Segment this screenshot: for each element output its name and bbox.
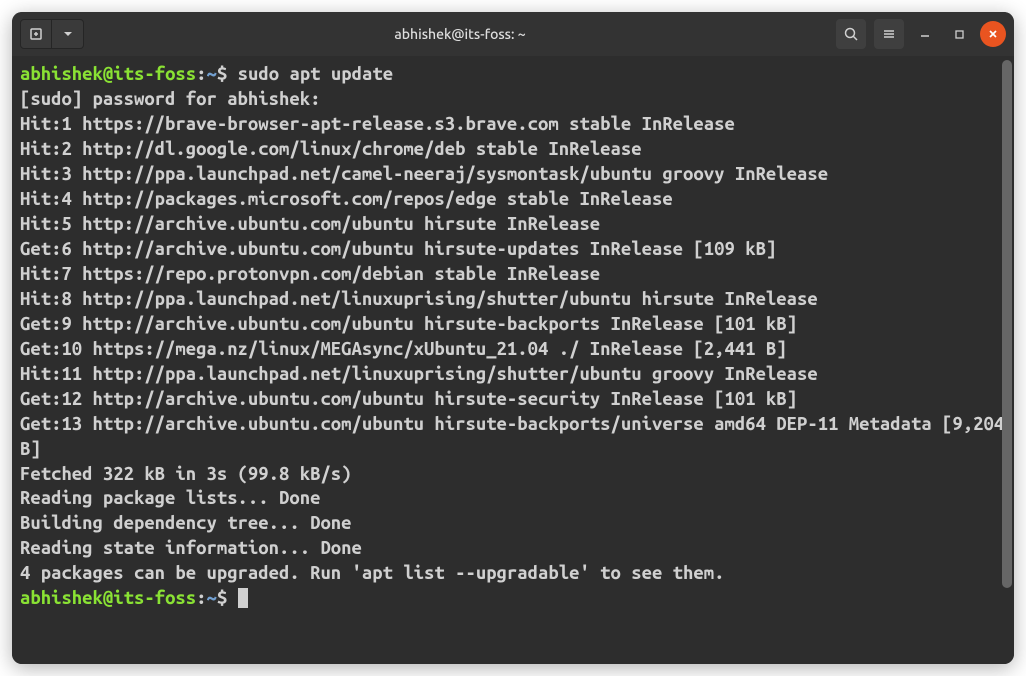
prompt-path: ~ bbox=[207, 588, 217, 608]
output-line: [sudo] password for abhishek: bbox=[20, 87, 1006, 112]
prompt-separator: : bbox=[196, 588, 206, 608]
prompt-at: @ bbox=[103, 588, 113, 608]
output-line: Hit:2 http://dl.google.com/linux/chrome/… bbox=[20, 137, 1006, 162]
scrollbar-thumb[interactable] bbox=[1002, 60, 1012, 588]
output-line: Hit:7 https://repo.protonvpn.com/debian … bbox=[20, 262, 1006, 287]
prompt-path: ~ bbox=[207, 64, 217, 84]
close-button[interactable] bbox=[980, 21, 1006, 47]
prompt-user: abhishek bbox=[20, 64, 103, 84]
prompt-user: abhishek bbox=[20, 588, 103, 608]
prompt-at: @ bbox=[103, 64, 113, 84]
right-controls bbox=[836, 19, 1006, 49]
cursor bbox=[238, 588, 248, 608]
output-line: Get:13 http://archive.ubuntu.com/ubuntu … bbox=[20, 412, 1006, 462]
output-line: Building dependency tree... Done bbox=[20, 511, 1006, 536]
output-line: 4 packages can be upgraded. Run 'apt lis… bbox=[20, 561, 1006, 586]
scrollbar-track[interactable] bbox=[1002, 60, 1012, 660]
terminal-window: abhishek@its-foss: ~ bbox=[12, 12, 1014, 664]
prompt-host: its-foss bbox=[113, 64, 196, 84]
window-title: abhishek@its-foss: ~ bbox=[92, 26, 828, 42]
terminal-content: abhishek@its-foss:~$ sudo apt update [su… bbox=[20, 62, 1006, 611]
minimize-button[interactable] bbox=[912, 21, 938, 47]
output-line: Reading state information... Done bbox=[20, 536, 1006, 561]
tab-controls bbox=[20, 19, 84, 49]
prompt-symbol: $ bbox=[217, 64, 227, 84]
command-text: sudo apt update bbox=[238, 64, 393, 84]
output-line: Hit:3 http://ppa.launchpad.net/camel-nee… bbox=[20, 162, 1006, 187]
terminal-body[interactable]: abhishek@its-foss:~$ sudo apt update [su… bbox=[12, 56, 1014, 664]
tab-dropdown-button[interactable] bbox=[52, 19, 84, 49]
output-line: Hit:8 http://ppa.launchpad.net/linuxupri… bbox=[20, 287, 1006, 312]
output-line: Get:12 http://archive.ubuntu.com/ubuntu … bbox=[20, 387, 1006, 412]
hamburger-menu-button[interactable] bbox=[874, 19, 904, 49]
output-line: Hit:4 http://packages.microsoft.com/repo… bbox=[20, 187, 1006, 212]
prompt-separator: : bbox=[196, 64, 206, 84]
output-line: Reading package lists... Done bbox=[20, 486, 1006, 511]
output-line: Fetched 322 kB in 3s (99.8 kB/s) bbox=[20, 462, 1006, 487]
new-tab-button[interactable] bbox=[20, 19, 52, 49]
prompt-symbol: $ bbox=[217, 588, 227, 608]
prompt-host: its-foss bbox=[113, 588, 196, 608]
output-line: Hit:5 http://archive.ubuntu.com/ubuntu h… bbox=[20, 212, 1006, 237]
output-line: Get:10 https://mega.nz/linux/MEGAsync/xU… bbox=[20, 337, 1006, 362]
output-line: Hit:11 http://ppa.launchpad.net/linuxupr… bbox=[20, 362, 1006, 387]
search-button[interactable] bbox=[836, 19, 866, 49]
maximize-button[interactable] bbox=[946, 21, 972, 47]
titlebar: abhishek@its-foss: ~ bbox=[12, 12, 1014, 56]
output-line: Get:9 http://archive.ubuntu.com/ubuntu h… bbox=[20, 312, 1006, 337]
output-line: Get:6 http://archive.ubuntu.com/ubuntu h… bbox=[20, 237, 1006, 262]
output-line: Hit:1 https://brave-browser-apt-release.… bbox=[20, 112, 1006, 137]
